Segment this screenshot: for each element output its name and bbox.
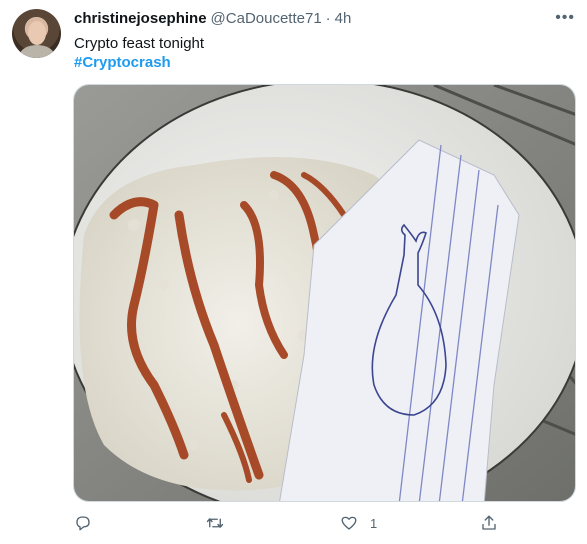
share-icon xyxy=(482,515,496,530)
like-count: 1 xyxy=(370,515,378,531)
more-horizontal-icon[interactable]: ••• xyxy=(555,10,575,26)
timestamp[interactable]: 4h xyxy=(335,10,352,27)
like-button[interactable]: 1 xyxy=(340,510,377,536)
reply-button[interactable] xyxy=(74,510,92,536)
separator-dot: · xyxy=(325,10,331,27)
food-photo-image xyxy=(74,85,575,501)
retweet-icon xyxy=(206,518,224,528)
tweet-text: Crypto feast tonight xyxy=(74,35,205,52)
avatar[interactable] xyxy=(12,9,61,58)
avatar-face xyxy=(28,21,46,45)
avatar-shoulders xyxy=(20,45,54,58)
user-handle[interactable]: @CaDoucette71 xyxy=(211,10,322,27)
tweet-card[interactable]: christinejosephine @CaDoucette71 · 4h ••… xyxy=(0,0,587,544)
reply-icon xyxy=(76,516,90,531)
retweet-button[interactable] xyxy=(206,510,224,536)
display-name[interactable]: christinejosephine xyxy=(74,10,207,27)
tweet-photo[interactable] xyxy=(73,84,576,502)
share-button[interactable] xyxy=(480,510,498,536)
tweet-header: christinejosephine @CaDoucette71 · 4h xyxy=(74,10,351,30)
heart-icon xyxy=(341,516,357,530)
tweet-actions: 1 xyxy=(74,510,504,536)
hashtag-link[interactable]: #Cryptocrash xyxy=(74,53,171,73)
